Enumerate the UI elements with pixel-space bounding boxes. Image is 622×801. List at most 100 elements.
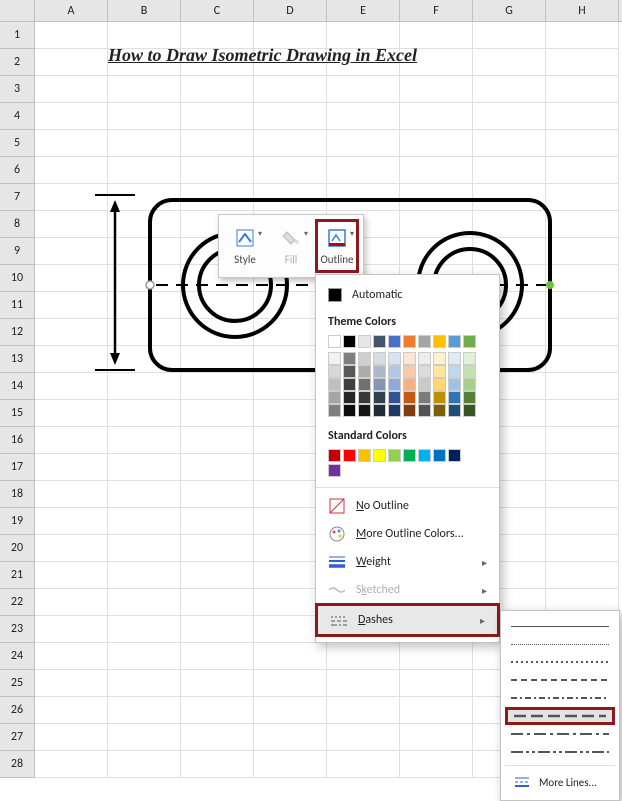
- cell[interactable]: [108, 130, 181, 157]
- color-swatch[interactable]: [358, 335, 371, 348]
- cell[interactable]: [35, 427, 108, 454]
- cell[interactable]: [473, 211, 546, 238]
- color-swatch[interactable]: [433, 335, 446, 348]
- cell[interactable]: [546, 346, 619, 373]
- automatic-option[interactable]: Automatic: [316, 281, 499, 309]
- color-swatch[interactable]: [373, 404, 386, 417]
- cell[interactable]: [108, 589, 181, 616]
- cell[interactable]: [473, 103, 546, 130]
- dashes-option[interactable]: Dashes ▸: [315, 603, 500, 637]
- col-header[interactable]: E: [327, 0, 400, 21]
- cell[interactable]: [108, 481, 181, 508]
- dash-style-dash-dot[interactable]: [505, 689, 615, 707]
- cell[interactable]: [108, 427, 181, 454]
- cell[interactable]: [327, 130, 400, 157]
- cell[interactable]: [35, 22, 108, 49]
- row-header[interactable]: 27: [0, 724, 35, 751]
- cell[interactable]: [327, 184, 400, 211]
- cell[interactable]: [35, 697, 108, 724]
- color-swatch[interactable]: [403, 335, 416, 348]
- cell[interactable]: [108, 562, 181, 589]
- cell[interactable]: [108, 454, 181, 481]
- cell[interactable]: [181, 400, 254, 427]
- color-swatch[interactable]: [343, 335, 356, 348]
- row-header[interactable]: 13: [0, 346, 35, 373]
- cell[interactable]: [181, 130, 254, 157]
- col-header[interactable]: F: [400, 0, 473, 21]
- cell[interactable]: [546, 130, 619, 157]
- row-header[interactable]: 3: [0, 76, 35, 103]
- color-swatch[interactable]: [433, 378, 446, 391]
- row-header[interactable]: 11: [0, 292, 35, 319]
- color-swatch[interactable]: [433, 449, 446, 462]
- more-lines-option[interactable]: More Lines...: [505, 770, 615, 794]
- row-header[interactable]: 19: [0, 508, 35, 535]
- color-swatch[interactable]: [463, 378, 476, 391]
- style-button[interactable]: ▾ Style: [223, 219, 267, 273]
- row-header[interactable]: 1: [0, 22, 35, 49]
- cell[interactable]: [108, 211, 181, 238]
- select-all-corner[interactable]: [0, 0, 35, 21]
- cell[interactable]: [108, 643, 181, 670]
- color-swatch[interactable]: [388, 404, 401, 417]
- color-swatch[interactable]: [343, 365, 356, 378]
- cell[interactable]: [546, 400, 619, 427]
- cell[interactable]: [108, 751, 181, 778]
- col-header[interactable]: C: [181, 0, 254, 21]
- cell[interactable]: [473, 49, 546, 76]
- col-header[interactable]: G: [473, 0, 546, 21]
- dash-style-long-dash[interactable]: [505, 707, 615, 725]
- row-header[interactable]: 24: [0, 643, 35, 670]
- cell[interactable]: [181, 292, 254, 319]
- cell[interactable]: [35, 76, 108, 103]
- color-swatch[interactable]: [373, 449, 386, 462]
- color-swatch[interactable]: [358, 352, 371, 365]
- cell[interactable]: [35, 130, 108, 157]
- color-swatch[interactable]: [328, 335, 341, 348]
- color-swatch[interactable]: [373, 335, 386, 348]
- cell[interactable]: [108, 508, 181, 535]
- row-header[interactable]: 7: [0, 184, 35, 211]
- color-swatch[interactable]: [388, 352, 401, 365]
- cell[interactable]: [181, 184, 254, 211]
- row-header[interactable]: 9: [0, 238, 35, 265]
- color-swatch[interactable]: [358, 378, 371, 391]
- cell[interactable]: [108, 724, 181, 751]
- cell[interactable]: [35, 319, 108, 346]
- row-header[interactable]: 16: [0, 427, 35, 454]
- color-swatch[interactable]: [358, 404, 371, 417]
- cell[interactable]: [546, 481, 619, 508]
- cell[interactable]: [546, 76, 619, 103]
- color-swatch[interactable]: [448, 352, 461, 365]
- cell[interactable]: [327, 76, 400, 103]
- color-swatch[interactable]: [463, 352, 476, 365]
- cell[interactable]: [181, 481, 254, 508]
- cell[interactable]: [546, 184, 619, 211]
- color-swatch[interactable]: [433, 391, 446, 404]
- cell[interactable]: [35, 373, 108, 400]
- cell[interactable]: [327, 103, 400, 130]
- cell[interactable]: [473, 157, 546, 184]
- cell[interactable]: [400, 697, 473, 724]
- color-swatch[interactable]: [448, 335, 461, 348]
- cell[interactable]: [181, 508, 254, 535]
- cell[interactable]: [254, 724, 327, 751]
- cell[interactable]: [400, 238, 473, 265]
- color-swatch[interactable]: [328, 365, 341, 378]
- cell[interactable]: [108, 238, 181, 265]
- outline-button[interactable]: ▾ Outline: [315, 219, 359, 273]
- row-header[interactable]: 6: [0, 157, 35, 184]
- color-swatch[interactable]: [418, 391, 431, 404]
- row-header[interactable]: 8: [0, 211, 35, 238]
- cell[interactable]: [108, 400, 181, 427]
- dash-style-long-dash-dot[interactable]: [505, 725, 615, 743]
- cell[interactable]: [254, 697, 327, 724]
- color-swatch[interactable]: [448, 404, 461, 417]
- cell[interactable]: [473, 76, 546, 103]
- cell[interactable]: [35, 670, 108, 697]
- row-header[interactable]: 22: [0, 589, 35, 616]
- color-swatch[interactable]: [328, 378, 341, 391]
- dash-style-round-dot[interactable]: [505, 635, 615, 653]
- row-header[interactable]: 14: [0, 373, 35, 400]
- cell[interactable]: [35, 454, 108, 481]
